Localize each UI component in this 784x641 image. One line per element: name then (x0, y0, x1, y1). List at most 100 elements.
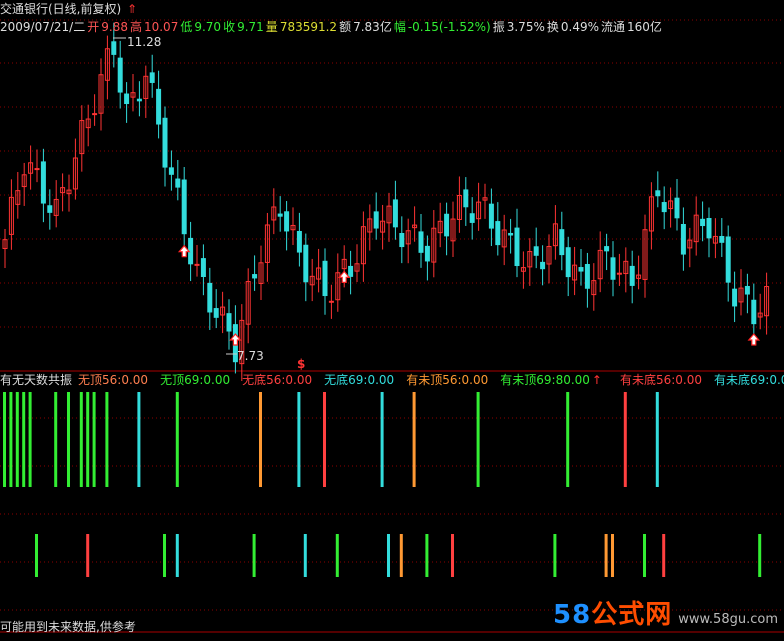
candle-body (540, 261, 546, 270)
indicator-legend: 有无天数共振 无顶56:0.00 无顶69:0.00 无底56:0.00 无底69:0.… (0, 372, 784, 388)
candle-body (277, 213, 283, 217)
candle-body (149, 72, 155, 83)
signal-bar (175, 534, 179, 577)
indicator-name: 有无天数共振 (0, 373, 73, 387)
candle-body (136, 98, 142, 102)
chart-canvas: 11.28 7.73 $ (0, 19, 784, 633)
candle-body (296, 230, 302, 253)
signal-bar (451, 534, 454, 577)
candle-body (111, 41, 117, 55)
candle-body (181, 179, 187, 235)
candle-body (284, 211, 290, 232)
dollar-icon: $ (297, 357, 305, 371)
signal-bar (425, 534, 429, 577)
candlestick-series (2, 22, 770, 382)
signal-bar (662, 534, 666, 577)
signal-bar (476, 392, 480, 487)
stock-title: 交通银行(日线,前复权) (0, 2, 122, 16)
signal-bar (387, 534, 390, 577)
close-value: 9.71 (237, 20, 264, 34)
up-arrow-icon: ⇑ (127, 2, 138, 16)
signal-bar (3, 392, 6, 487)
signal-bar (553, 534, 557, 577)
signal-bar (86, 534, 90, 577)
signal-bars-upper (3, 392, 659, 487)
up-arrow-icon (177, 244, 191, 258)
high-mark-label: 11.28 (127, 35, 161, 49)
signal-bar (86, 392, 90, 487)
candle-body (559, 229, 565, 256)
candle-body (444, 213, 450, 237)
signal-bar (380, 392, 384, 487)
amplitude-value: 3.75% (506, 20, 545, 34)
legend-item: 无顶69:0.00 (160, 373, 231, 387)
amount-label: 额 (339, 20, 352, 34)
candle-body (584, 263, 590, 289)
float-value: 160亿 (627, 20, 662, 34)
turnover-label: 换 (546, 20, 559, 34)
volume-value: 783591.2 (279, 20, 338, 34)
signal-bar (15, 392, 19, 487)
watermark-brand: 58公式网 (553, 600, 672, 630)
candle-body (200, 258, 206, 277)
candle-body (533, 246, 539, 256)
candle-body (674, 197, 680, 219)
signal-bar (623, 392, 627, 487)
high-value: 10.07 (143, 20, 179, 34)
candle-body (156, 88, 162, 125)
legend-item: 无底56:0.00 (242, 373, 313, 387)
signal-bar (611, 534, 614, 577)
signal-bar (259, 392, 262, 487)
candle-body (162, 117, 168, 168)
candle-body (328, 300, 334, 303)
candle-body (706, 218, 712, 239)
amplitude-label: 振 (492, 20, 505, 34)
candle-body (92, 113, 98, 116)
candle-body (700, 218, 706, 227)
candle-body (565, 247, 571, 278)
signal-bar (79, 392, 83, 487)
legend-item: 无底69:0.00 (324, 373, 395, 387)
change-value: -0.15(-1.52%) (407, 20, 491, 34)
legend-item: 有未底69:0.00 (714, 373, 784, 387)
low-value: 9.70 (194, 20, 222, 34)
watermark-num: 58 (553, 600, 592, 630)
candle-body (655, 190, 661, 197)
candle-body (175, 178, 181, 188)
candle-body (207, 282, 213, 313)
signal-bar (105, 392, 109, 487)
candle-body (226, 313, 232, 332)
candle-body (348, 265, 354, 277)
candle-body (117, 57, 123, 93)
candle-body (661, 202, 667, 213)
candle-body (418, 231, 424, 253)
signal-bar (643, 534, 646, 577)
signal-bar (54, 392, 58, 487)
signal-bars-lower (35, 534, 762, 577)
signal-bar (92, 392, 96, 487)
signal-bar (604, 534, 608, 577)
candle-body (34, 168, 40, 171)
signal-bar (137, 392, 141, 487)
float-label: 流通 (601, 20, 626, 34)
low-marker: 7.73 (226, 349, 264, 363)
watermark-url: www.58gu.com (678, 612, 778, 627)
legend-item: 有未底56:0.00 (619, 373, 703, 387)
candle-body (488, 203, 494, 229)
low-label: 低 (180, 20, 193, 34)
signal-bar (758, 534, 762, 577)
open-value: 9.88 (101, 20, 128, 34)
candle-body (424, 245, 430, 262)
volume-label: 量 (265, 20, 278, 34)
legend-item: 无顶56:0.00 (78, 373, 149, 387)
quote-date: 2009/07/21/二 (0, 20, 86, 34)
signal-bar (399, 534, 403, 577)
signal-bar (163, 534, 166, 577)
candle-body (680, 224, 686, 255)
candle-body (373, 211, 379, 229)
signal-bar (566, 392, 570, 487)
candle-body (629, 265, 635, 286)
signal-bar (9, 392, 13, 487)
up-arrow-icon (337, 270, 351, 283)
signal-bar (335, 534, 339, 577)
